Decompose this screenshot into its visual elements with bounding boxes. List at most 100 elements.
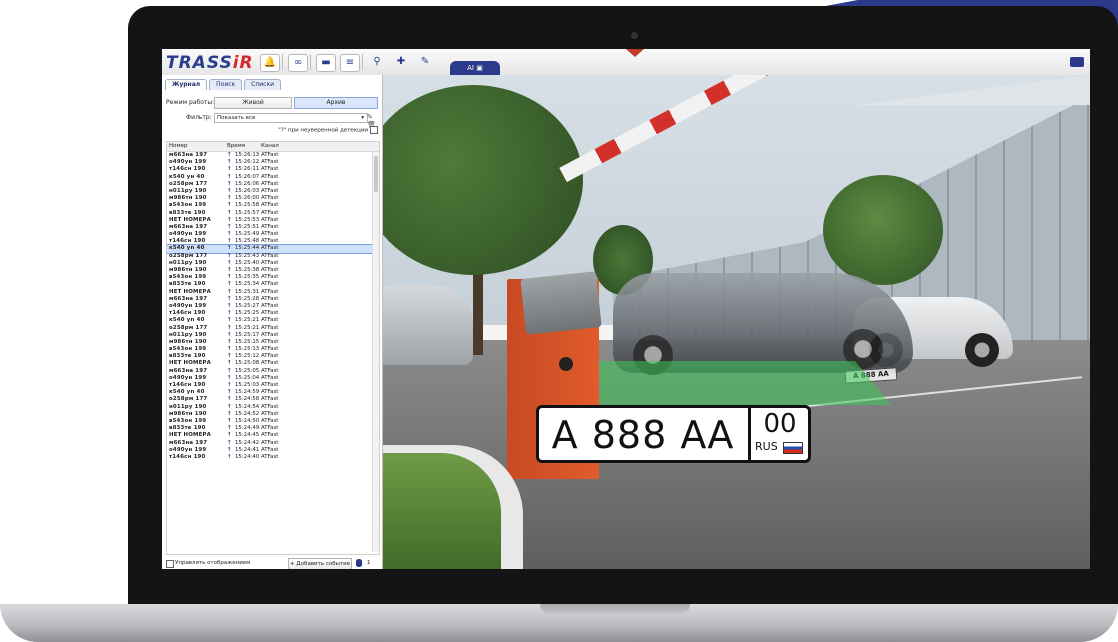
table-row[interactable]: о490ун 199 ↑ 15:25:27 ATFast <box>167 303 379 310</box>
mode-live-button[interactable]: Живой <box>214 97 292 109</box>
manage-display-checkbox[interactable] <box>166 560 174 568</box>
table-row[interactable]: о258рм 177 ↑ 15:26:06 ATFast <box>167 181 379 188</box>
time-cell: 15:26:00 <box>235 195 260 202</box>
table-row[interactable]: о490ун 199 ↑ 15:25:49 ATFast <box>167 231 379 238</box>
table-row[interactable]: м663на 197 ↑ 15:25:51 ATFast <box>167 224 379 231</box>
plate-cell: м986тн 190 <box>169 195 207 202</box>
channel-cell: ATFast <box>261 209 279 216</box>
chat-icon[interactable]: ▬ <box>316 54 336 72</box>
table-row[interactable]: о490ун 199 ↑ 15:26:12 ATFast <box>167 159 379 166</box>
table-row[interactable]: м986тн 190 ↑ 15:26:00 ATFast <box>167 195 379 202</box>
filter-select[interactable]: Показать все ▾ <box>214 113 368 123</box>
plate-cell: НЕТ НОМЕРА <box>169 432 212 439</box>
image-edit-icon[interactable]: ✎ <box>416 54 434 70</box>
mode-archive-button[interactable]: Архив <box>294 97 378 109</box>
table-row[interactable]: в543он 199 ↑ 15:25:13 ATFast <box>167 346 379 353</box>
plate-cell: м663на 197 <box>169 439 208 446</box>
plate-cell: НЕТ НОМЕРА <box>169 216 212 223</box>
camera-view[interactable]: А 888 АА А 888 АА 00 RUS <box>383 75 1090 569</box>
table-row[interactable]: м663на 197 ↑ 15:26:13 ATFast <box>167 152 379 159</box>
uncertain-detection-checkbox[interactable] <box>370 126 378 134</box>
channel-cell: ATFast <box>261 367 279 374</box>
table-row[interactable]: т146сн 190 ↑ 15:26:11 ATFast <box>167 166 379 173</box>
plate-cell: м663на 197 <box>169 367 208 374</box>
plate-cell: о490ун 199 <box>169 302 207 309</box>
tab-lists[interactable]: Списки <box>244 79 281 90</box>
channel-cell: ATFast <box>261 223 279 230</box>
table-row[interactable]: НЕТ НОМЕРА ↑ 15:25:08 ATFast <box>167 360 379 367</box>
table-row[interactable]: т146сн 190 ↑ 15:25:48 ATFast <box>167 238 379 245</box>
tab-search[interactable]: Поиск <box>209 79 243 90</box>
infinity-icon[interactable]: ∞ <box>288 54 308 72</box>
table-row[interactable]: в833те 190 ↑ 15:25:57 ATFast <box>167 210 379 217</box>
table-row[interactable]: м663на 197 ↑ 15:24:42 ATFast <box>167 440 379 447</box>
table-row[interactable]: о490ун 199 ↑ 15:25:04 ATFast <box>167 375 379 382</box>
filter-label: Фильтр: <box>186 114 212 121</box>
arrow-up-icon: ↑ <box>227 389 232 396</box>
puzzle-icon[interactable]: ✚ <box>392 54 410 70</box>
table-row[interactable]: о258рм 177 ↑ 15:25:43 ATFast <box>167 253 379 260</box>
arrow-up-icon: ↑ <box>227 317 232 324</box>
time-cell: 15:24:58 <box>235 396 260 403</box>
table-row[interactable]: в833те 190 ↑ 15:25:34 ATFast <box>167 281 379 288</box>
table-row[interactable]: о258рм 177 ↑ 15:25:21 ATFast <box>167 325 379 332</box>
table-row[interactable]: в543он 199 ↑ 15:25:58 ATFast <box>167 202 379 209</box>
ai-tab[interactable]: AI ▣ <box>450 61 500 75</box>
panel-footer: Управлять отображением + Добавить событи… <box>166 558 378 569</box>
table-row[interactable]: к540 уn 40 ↑ 15:24:59 ATFast <box>167 389 379 396</box>
scroll-thumb[interactable] <box>374 156 378 192</box>
table-row[interactable]: НЕТ НОМЕРА ↑ 15:25:31 ATFast <box>167 289 379 296</box>
list-icon[interactable]: ≡ <box>340 54 360 72</box>
time-cell: 15:25:28 <box>235 295 260 302</box>
table-row[interactable]: н011ру 190 ↑ 15:26:03 ATFast <box>167 188 379 195</box>
table-row[interactable]: м663на 197 ↑ 15:25:28 ATFast <box>167 296 379 303</box>
table-row[interactable]: в833те 190 ↑ 15:24:49 ATFast <box>167 425 379 432</box>
pencil-icon[interactable]: ✎ <box>367 113 373 121</box>
table-row[interactable]: о258рм 177 ↑ 15:24:58 ATFast <box>167 396 379 403</box>
plate-cell: м986тн 190 <box>169 410 207 417</box>
time-cell: 15:25:15 <box>235 338 260 345</box>
time-cell: 15:25:12 <box>235 353 260 360</box>
arrow-up-icon: ↑ <box>227 346 232 353</box>
table-row[interactable]: к540 ун 40 ↑ 15:26:07 ATFast <box>167 174 379 181</box>
table-row[interactable]: о490ун 199 ↑ 15:24:41 ATFast <box>167 447 379 454</box>
table-row[interactable]: м986тн 190 ↑ 15:25:38 ATFast <box>167 267 379 274</box>
tab-journal[interactable]: Журнал <box>165 79 208 90</box>
table-row[interactable]: м986тн 190 ↑ 15:25:15 ATFast <box>167 339 379 346</box>
table-row[interactable]: в543он 199 ↑ 15:24:50 ATFast <box>167 418 379 425</box>
plate-cell: НЕТ НОМЕРА <box>169 288 212 295</box>
table-row[interactable]: к540 уn 40 ↑ 15:25:21 ATFast <box>167 317 379 324</box>
table-row[interactable]: в543он 199 ↑ 15:25:35 ATFast <box>167 274 379 281</box>
time-cell: 15:25:27 <box>235 302 260 309</box>
table-row[interactable]: н011ру 190 ↑ 15:24:54 ATFast <box>167 404 379 411</box>
col-channel[interactable]: Канал <box>261 143 279 149</box>
table-row[interactable]: т146сн 190 ↑ 15:24:40 ATFast <box>167 454 379 461</box>
add-event-button[interactable]: + Добавить событие <box>288 558 352 569</box>
table-row[interactable]: н011ру 190 ↑ 15:25:40 ATFast <box>167 260 379 267</box>
table-row[interactable]: м663на 197 ↑ 15:25:05 ATFast <box>167 368 379 375</box>
time-cell: 15:26:11 <box>235 166 260 173</box>
arrow-up-icon: ↑ <box>227 152 232 158</box>
table-row[interactable]: т146сн 190 ↑ 15:25:03 ATFast <box>167 382 379 389</box>
table-row[interactable]: т146сн 190 ↑ 15:25:25 ATFast <box>167 310 379 317</box>
table-scrollbar[interactable] <box>372 152 379 552</box>
plate-cell: о490ун 199 <box>169 231 207 238</box>
filter-row: Фильтр: Показать все ▾ ✎ 🗑 <box>166 113 378 129</box>
table-row[interactable]: к540 уn 40 ↑ 15:25:44 ATFast <box>167 244 379 254</box>
table-row[interactable]: НЕТ НОМЕРА ↑ 15:25:53 ATFast <box>167 217 379 224</box>
time-cell: 15:26:03 <box>235 187 260 194</box>
table-row[interactable]: в833те 190 ↑ 15:25:12 ATFast <box>167 353 379 360</box>
channel-cell: ATFast <box>261 180 279 187</box>
plate-cell: о258рм 177 <box>169 252 208 259</box>
col-time[interactable]: Время <box>227 143 245 149</box>
video-camera-icon[interactable] <box>1070 57 1084 67</box>
table-row[interactable]: м986тн 190 ↑ 15:24:52 ATFast <box>167 411 379 418</box>
table-row[interactable]: НЕТ НОМЕРА ↑ 15:24:45 ATFast <box>167 432 379 439</box>
table-row[interactable]: н011ру 190 ↑ 15:25:17 ATFast <box>167 332 379 339</box>
bell-icon[interactable]: 🔔 <box>260 54 280 72</box>
search-icon[interactable]: ⚲ <box>368 54 386 70</box>
arrow-up-icon: ↑ <box>227 360 232 367</box>
time-cell: 15:25:17 <box>235 331 260 338</box>
channel-cell: ATFast <box>261 216 279 223</box>
col-plate[interactable]: Номер <box>169 143 188 149</box>
